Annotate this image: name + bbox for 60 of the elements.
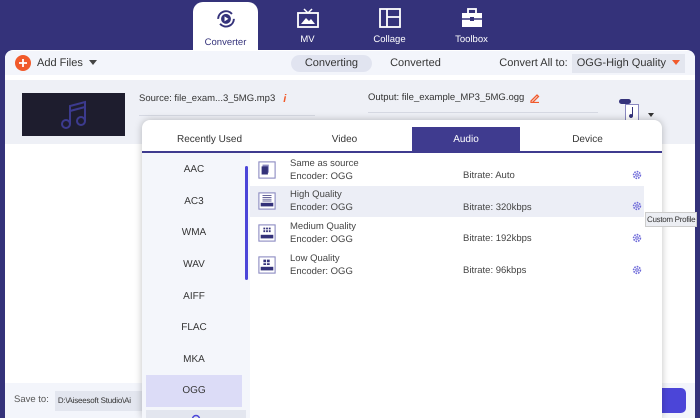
caret-icon[interactable] — [648, 113, 654, 117]
profile-name: Medium Quality — [290, 220, 357, 233]
layout-icon — [378, 8, 400, 28]
add-files-button[interactable]: Add Files — [15, 54, 97, 72]
format-item[interactable]: AAC — [146, 154, 242, 186]
encoder-text: Encoder: OGG — [290, 201, 354, 214]
profile-row[interactable]: Low Quality Encoder: OGG Bitrate: 96kbps — [250, 248, 644, 280]
plus-icon — [15, 55, 31, 71]
quality-icon — [258, 192, 276, 210]
view-tab[interactable]: Converting — [290, 54, 372, 72]
settings-icon[interactable] — [632, 232, 642, 243]
source-filename: Source: file_exam...3_5MG.mp3 — [139, 92, 276, 106]
nav-tab[interactable]: MV — [275, 2, 340, 50]
encoder-text: Encoder: OGG — [290, 264, 354, 278]
music-note-icon — [58, 100, 88, 130]
caret-icon — [672, 60, 680, 66]
settings-icon[interactable] — [632, 201, 642, 212]
profile-row[interactable]: Medium Quality Encoder: OGG Bitrate: 192kbps — [250, 217, 644, 249]
caret-icon — [88, 60, 97, 66]
encoder-text: Encoder: OGG — [290, 232, 354, 246]
format-item[interactable]: OGG — [146, 375, 242, 407]
toolbox-icon — [460, 8, 482, 28]
profile-name: Low Quality — [290, 252, 341, 265]
tooltip: Custom Profile — [645, 212, 698, 227]
quality-icon — [258, 256, 276, 274]
bitrate-text: Bitrate: 192kbps — [463, 232, 532, 246]
format-tab[interactable]: Audio — [412, 127, 520, 151]
convert-all-label: Convert All to: — [499, 56, 568, 71]
tv-icon — [296, 8, 318, 28]
format-item[interactable]: AC3 — [146, 186, 242, 218]
profile-name: High Quality — [290, 188, 343, 202]
view-tab[interactable]: Converted — [376, 54, 455, 72]
quality-icon — [258, 224, 276, 242]
profile-row[interactable]: High Quality Encoder: OGG Bitrate: 320kbps — [250, 186, 644, 218]
format-tab[interactable]: Device — [520, 127, 655, 151]
settings-icon[interactable] — [632, 170, 642, 180]
format-item[interactable]: MKA — [146, 344, 242, 376]
format-tab[interactable]: Recently Used — [142, 127, 277, 151]
format-item[interactable]: WMA — [146, 217, 242, 249]
quality-icon — [258, 160, 276, 179]
pencil-icon[interactable] — [530, 93, 540, 104]
profile-row[interactable]: Same as source Encoder: OGG Bitrate: Auto — [250, 154, 644, 186]
convert-all-dropdown[interactable]: OGG-High Quality — [572, 54, 685, 72]
format-item[interactable]: WAV — [146, 248, 242, 280]
bitrate-text: Bitrate: 96kbps — [463, 264, 526, 278]
bitrate-text: Bitrate: 320kbps — [463, 200, 532, 215]
profile-name: Same as source — [290, 156, 360, 170]
encoder-text: Encoder: OGG — [290, 170, 354, 183]
bitrate-text: Bitrate: Auto — [463, 169, 515, 184]
save-to-label: Save to: — [14, 393, 49, 408]
nav-tab[interactable]: Converter — [193, 2, 258, 50]
format-tab[interactable]: Video — [277, 127, 412, 151]
format-item[interactable]: FLAC — [146, 312, 242, 344]
output-filename: Output: file_example_MP3_5MG.ogg — [368, 91, 524, 105]
format-item[interactable]: AIFF — [146, 280, 242, 312]
scrollbar[interactable] — [245, 166, 248, 280]
nav-tab[interactable]: Toolbox — [439, 2, 504, 50]
settings-icon[interactable] — [632, 264, 642, 275]
format-badge — [619, 99, 631, 104]
nav-tab[interactable]: Collage — [357, 2, 422, 50]
